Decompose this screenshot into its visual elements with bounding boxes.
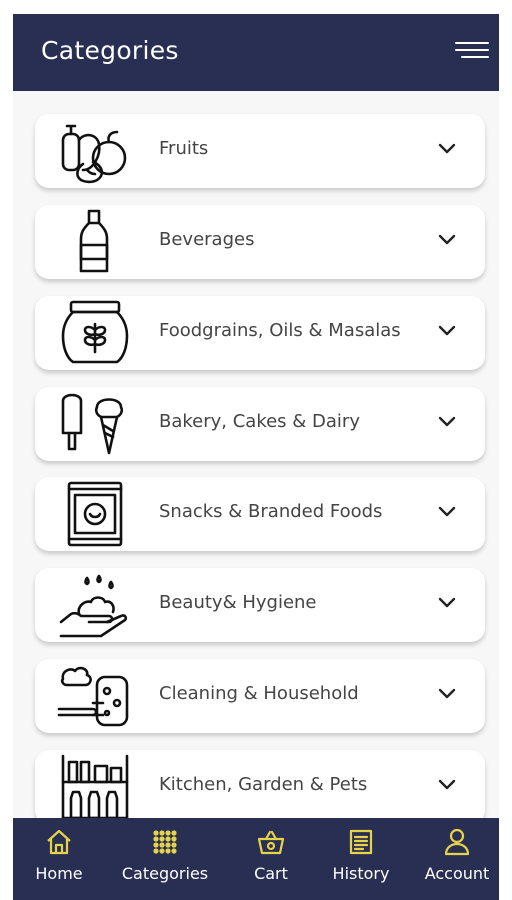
home-icon xyxy=(33,828,85,858)
category-label: Cleaning & Household xyxy=(159,683,359,704)
category-label: Bakery, Cakes & Dairy xyxy=(159,411,360,432)
chevron-down-icon[interactable] xyxy=(437,596,457,610)
category-item-foodgrains[interactable]: Foodgrains, Oils & Masalas xyxy=(35,296,485,370)
shelf-icon xyxy=(57,754,133,818)
snack-bag-icon xyxy=(57,481,133,547)
category-item-fruits[interactable]: Fruits xyxy=(35,114,485,188)
basket-icon xyxy=(247,828,295,858)
chevron-down-icon[interactable] xyxy=(437,505,457,519)
history-document-icon xyxy=(327,828,395,858)
fruits-icon xyxy=(57,118,133,184)
nav-home[interactable]: Home xyxy=(33,828,85,883)
nav-label: Cart xyxy=(254,864,288,883)
nav-label: Categories xyxy=(121,864,209,883)
category-label: Snacks & Branded Foods xyxy=(159,501,383,522)
hamburger-menu-icon[interactable] xyxy=(453,40,489,64)
soap-hand-icon xyxy=(57,572,133,638)
category-item-kitchen[interactable]: Kitchen, Garden & Pets xyxy=(35,750,485,818)
category-label: Beauty& Hygiene xyxy=(159,592,317,613)
nav-label: Home xyxy=(35,864,83,883)
nav-history[interactable]: History xyxy=(327,828,395,883)
bottom-navigation: Home Categories Cart History Account xyxy=(13,818,499,900)
ice-cream-icon xyxy=(57,391,133,457)
grid-dots-icon xyxy=(117,828,213,858)
top-app-bar: Categories xyxy=(13,14,499,91)
nav-label: Account xyxy=(424,864,490,883)
chevron-down-icon[interactable] xyxy=(437,415,457,429)
category-item-beauty[interactable]: Beauty& Hygiene xyxy=(35,568,485,642)
category-label: Foodgrains, Oils & Masalas xyxy=(159,320,401,341)
nav-categories[interactable]: Categories xyxy=(117,828,213,883)
grain-jar-icon xyxy=(57,300,133,366)
nav-cart[interactable]: Cart xyxy=(247,828,295,883)
category-item-cleaning[interactable]: Cleaning & Household xyxy=(35,659,485,733)
category-item-bakery[interactable]: Bakery, Cakes & Dairy xyxy=(35,387,485,461)
category-item-beverages[interactable]: Beverages xyxy=(35,205,485,279)
chevron-down-icon[interactable] xyxy=(437,687,457,701)
category-label: Kitchen, Garden & Pets xyxy=(159,774,368,795)
chevron-down-icon[interactable] xyxy=(437,142,457,156)
page-title: Categories xyxy=(41,36,179,65)
user-icon xyxy=(421,828,493,858)
category-item-snacks[interactable]: Snacks & Branded Foods xyxy=(35,477,485,551)
category-label: Fruits xyxy=(159,138,209,159)
category-label: Beverages xyxy=(159,229,255,250)
sponge-hand-icon xyxy=(57,663,133,729)
app-frame: Categories Fruits Beverages Foodgrains, … xyxy=(13,14,499,900)
nav-label: History xyxy=(332,864,390,883)
category-list: Fruits Beverages Foodgrains, Oils & Masa… xyxy=(13,91,499,818)
bottle-icon xyxy=(57,209,133,275)
nav-account[interactable]: Account xyxy=(421,828,493,883)
chevron-down-icon[interactable] xyxy=(437,324,457,338)
chevron-down-icon[interactable] xyxy=(437,233,457,247)
chevron-down-icon[interactable] xyxy=(437,778,457,792)
